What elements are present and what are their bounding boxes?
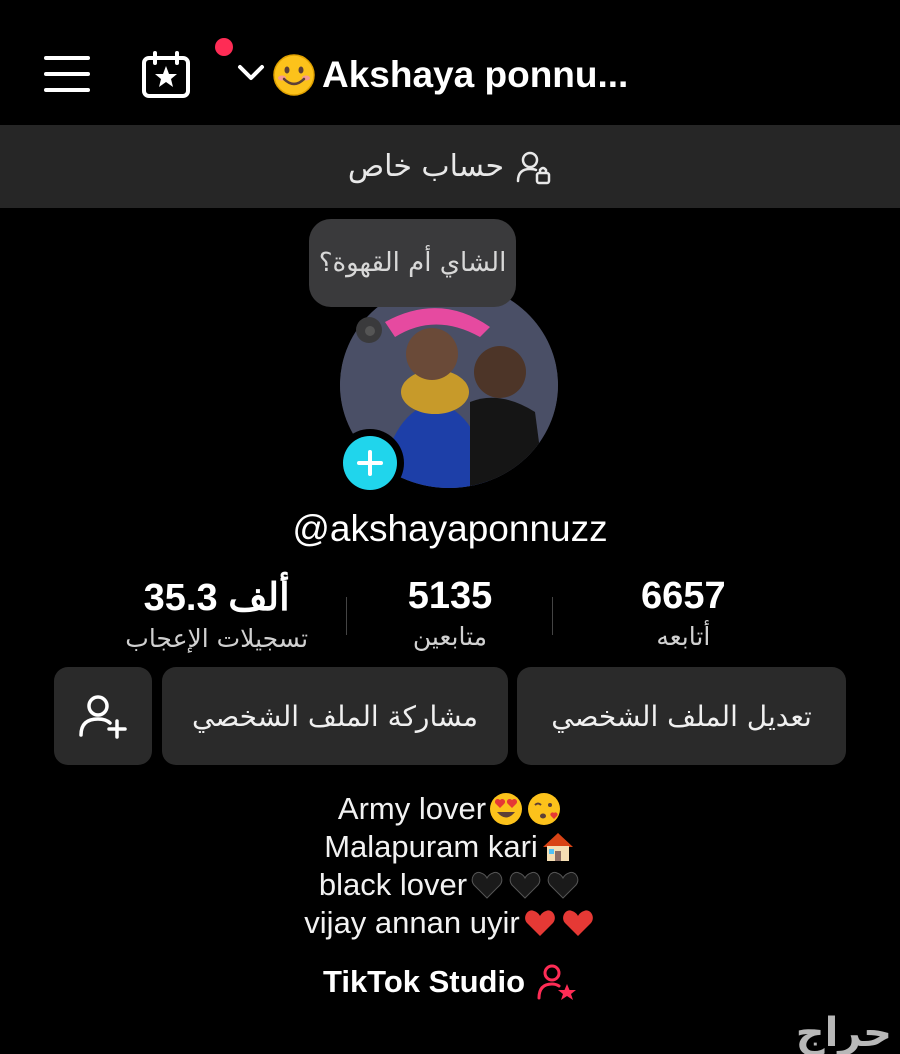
red-heart-emoji-icon	[562, 910, 593, 936]
plus-icon	[357, 450, 383, 476]
heart-eyes-emoji-icon	[490, 793, 523, 825]
stat-followers-value: 5135	[407, 575, 493, 617]
stat-followers-label: متابعين	[412, 622, 488, 651]
stat-following[interactable]: 6657 أتابعه	[567, 575, 800, 665]
bio-text: Malapuram kari	[324, 829, 538, 864]
profile-bio: Army lover Malapuram kari black lover vi…	[0, 790, 900, 942]
black-heart-emoji-icon	[509, 871, 541, 899]
share-profile-button[interactable]: مشاركة الملف الشخصي	[162, 667, 508, 765]
top-bar: Akshaya ponnu...	[0, 0, 900, 125]
bio-text: Army lover	[337, 791, 487, 826]
share-profile-label: مشاركة الملف الشخصي	[192, 699, 478, 733]
tiktok-studio-link[interactable]: TikTok Studio	[0, 962, 900, 1002]
haraj-watermark: حراج	[795, 1010, 892, 1054]
add-friend-button[interactable]	[54, 667, 152, 765]
stat-likes-value: 35.3 ألف	[143, 577, 290, 619]
kissing-heart-emoji-icon	[528, 793, 561, 825]
stat-followers[interactable]: 5135 متابعين	[333, 575, 566, 665]
add-photo-button[interactable]	[336, 429, 404, 497]
notification-dot	[215, 38, 233, 56]
private-account-banner: حساب خاص	[0, 125, 900, 208]
stat-divider	[346, 597, 347, 635]
stat-divider	[552, 597, 553, 635]
profile-stats: 35.3 ألف تسجيلات الإعجاب 5135 متابعين 66…	[100, 575, 800, 665]
bio-line: Army lover	[0, 790, 900, 828]
black-heart-emoji-icon	[471, 871, 503, 899]
add-user-icon	[79, 695, 127, 739]
stat-likes-label: تسجيلات الإعجاب	[125, 624, 309, 653]
profile-note-text: الشاي أم القهوة؟	[318, 248, 507, 278]
smiling-face-emoji-icon	[273, 54, 315, 96]
house-emoji-icon	[542, 833, 573, 861]
user-star-icon	[537, 964, 577, 1000]
tiktok-studio-label: TikTok Studio	[322, 964, 526, 999]
stat-following-label: أتابعه	[656, 622, 711, 651]
red-heart-emoji-icon	[524, 910, 555, 936]
bio-text: black lover	[318, 867, 468, 902]
stat-likes[interactable]: 35.3 ألف تسجيلات الإعجاب	[100, 575, 333, 665]
black-heart-emoji-icon	[547, 871, 579, 899]
account-name: Akshaya ponnu...	[322, 54, 629, 95]
bio-text: vijay annan uyir	[304, 905, 520, 940]
private-account-label: حساب خاص	[347, 149, 505, 184]
hamburger-menu-icon[interactable]	[44, 56, 90, 92]
note-bubble-tail-dot	[365, 326, 375, 336]
profile-note-bubble[interactable]: الشاي أم القهوة؟	[309, 219, 516, 307]
stat-following-value: 6657	[641, 575, 726, 617]
bio-line: vijay annan uyir	[0, 904, 900, 942]
account-switcher[interactable]: Akshaya ponnu...	[272, 50, 628, 100]
edit-profile-button[interactable]: تعديل الملف الشخصي	[517, 667, 846, 765]
calendar-star-icon[interactable]	[140, 50, 192, 100]
bio-line: black lover	[0, 866, 900, 904]
user-lock-icon	[516, 151, 551, 184]
username: @akshayaponnuzz	[292, 508, 608, 549]
bio-line: Malapuram kari	[0, 828, 900, 866]
chevron-down-icon[interactable]	[236, 60, 266, 84]
edit-profile-label: تعديل الملف الشخصي	[551, 699, 812, 733]
